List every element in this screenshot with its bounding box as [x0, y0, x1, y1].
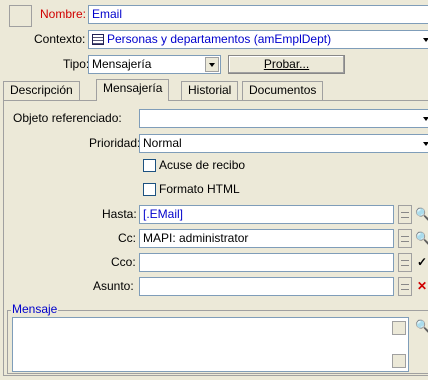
context-field[interactable]: Personas y departamentos (amEmplDept) [88, 30, 428, 49]
magnifier-icon[interactable]: 🔍 [415, 318, 428, 334]
to-spin-button[interactable] [398, 205, 412, 224]
type-select[interactable]: Mensajería [88, 55, 221, 74]
to-field[interactable]: [.EMail] [139, 205, 394, 224]
record-icon-box [9, 5, 32, 27]
html-format-label: Formato HTML [159, 182, 240, 196]
context-dropdown-arrow-icon[interactable] [423, 38, 428, 42]
subject-spin-button[interactable] [398, 277, 412, 296]
tab-historial[interactable]: Historial [181, 81, 239, 100]
test-button[interactable]: Probar... [228, 55, 345, 74]
magnifier-icon[interactable]: 🔍 [415, 230, 428, 246]
priority-dropdown-arrow-icon[interactable] [423, 142, 428, 146]
tab-descripcion[interactable]: Descripción [3, 81, 80, 100]
html-format-checkbox[interactable] [143, 183, 156, 196]
to-label: Hasta: [102, 207, 137, 221]
name-label: Nombre: [40, 7, 87, 21]
ref-object-dropdown-arrow-icon[interactable] [423, 117, 428, 121]
context-value: Personas y departamentos (amEmplDept) [107, 32, 332, 46]
receipt-checkbox[interactable] [143, 159, 156, 172]
ref-object-label: Objeto referenciado: [13, 111, 122, 125]
bcc-spin-button[interactable] [398, 253, 412, 272]
tab-documentos[interactable]: Documentos [242, 81, 324, 100]
subject-label: Asunto: [93, 279, 134, 293]
tab-mensajeria[interactable]: Mensajería [96, 79, 170, 101]
priority-label: Prioridad: [89, 136, 141, 150]
name-field[interactable]: Email [88, 5, 428, 24]
bcc-label: Cco: [111, 255, 136, 269]
scroll-down-button[interactable] [392, 354, 406, 368]
subject-field[interactable] [139, 277, 394, 296]
scroll-up-button[interactable] [392, 321, 406, 335]
cc-spin-button[interactable] [398, 229, 412, 248]
context-label: Contexto: [34, 32, 86, 46]
type-label: Tipo: [63, 57, 90, 71]
priority-select[interactable]: Normal [139, 134, 428, 153]
table-icon [92, 34, 104, 45]
magnifier-icon[interactable]: 🔍 [415, 206, 428, 222]
cc-field[interactable]: MAPI: administrator [139, 229, 394, 248]
cc-label: Cc: [118, 231, 136, 245]
message-textarea[interactable] [12, 317, 409, 372]
ref-object-field[interactable] [139, 109, 428, 128]
receipt-label: Acuse de recibo [159, 158, 246, 172]
type-value: Mensajería [92, 57, 152, 71]
tab-panel: Objeto referenciado: Prioridad: Normal A… [3, 100, 428, 376]
message-label: Mensaje [11, 302, 59, 316]
checkmark-icon[interactable]: ✓ [415, 254, 428, 270]
bcc-field[interactable] [139, 253, 394, 272]
x-icon[interactable]: ✕ [415, 278, 428, 294]
